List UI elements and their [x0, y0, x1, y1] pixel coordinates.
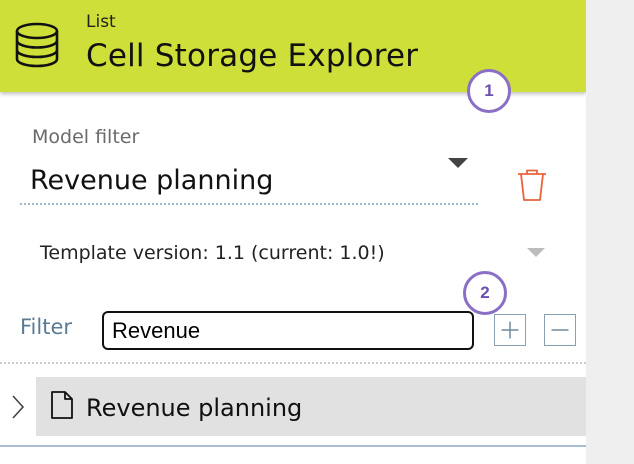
minus-square-icon [551, 329, 569, 331]
tree-item-label[interactable]: Revenue planning [86, 394, 302, 422]
model-filter-select[interactable]: Revenue planning [30, 165, 273, 196]
section-divider [0, 362, 586, 364]
template-version-select[interactable]: Template version: 1.1 (current: 1.0!) [40, 242, 385, 264]
filter-label: Filter [20, 315, 73, 339]
remove-filter-button[interactable] [544, 314, 576, 346]
caret-down-icon[interactable] [448, 158, 468, 168]
header-subtitle: List [86, 12, 116, 32]
scrollbar-track[interactable] [586, 0, 634, 464]
cell-storage-panel: List Cell Storage Explorer 1 Model filte… [0, 0, 586, 464]
model-filter-underline [20, 203, 478, 205]
trash-icon[interactable] [516, 168, 548, 202]
add-filter-button[interactable] [494, 314, 526, 346]
step-badge-2: 2 [463, 271, 507, 315]
filter-input[interactable] [102, 311, 474, 350]
caret-down-icon[interactable] [527, 248, 545, 257]
tree-divider [0, 445, 586, 447]
database-icon [15, 22, 59, 68]
step-badge-1: 1 [467, 69, 511, 113]
model-filter-label: Model filter [32, 126, 140, 148]
chevron-right-icon[interactable] [10, 393, 26, 421]
document-icon [51, 391, 73, 419]
plus-square-icon [501, 321, 519, 339]
page-title: Cell Storage Explorer [86, 38, 419, 74]
